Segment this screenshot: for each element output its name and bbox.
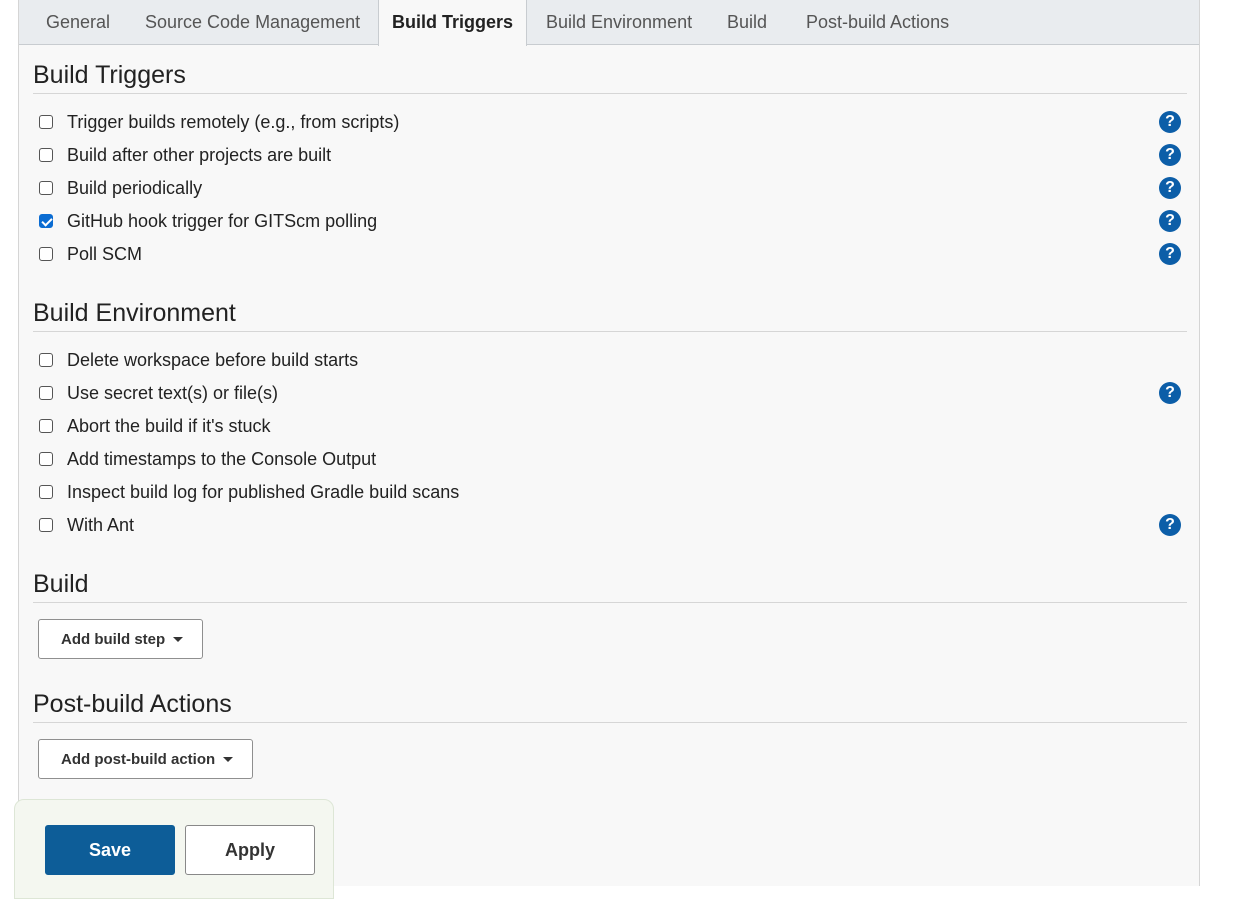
checkbox-trigger-remotely[interactable] bbox=[39, 115, 53, 129]
option-build-after-other-projects: Build after other projects are built ? bbox=[39, 143, 1181, 169]
help-icon[interactable]: ? bbox=[1159, 243, 1181, 265]
option-label: Trigger builds remotely (e.g., from scri… bbox=[67, 112, 400, 132]
help-icon[interactable]: ? bbox=[1159, 111, 1181, 133]
option-use-secret-text: Use secret text(s) or file(s) ? bbox=[39, 381, 1181, 407]
checkbox-build-periodically[interactable] bbox=[39, 181, 53, 195]
tab-general[interactable]: General bbox=[46, 0, 110, 45]
help-icon[interactable]: ? bbox=[1159, 382, 1181, 404]
option-label: Inspect build log for published Gradle b… bbox=[67, 482, 460, 502]
section-title-build: Build bbox=[33, 570, 89, 598]
checkbox-abort-if-stuck[interactable] bbox=[39, 419, 53, 433]
option-trigger-remotely: Trigger builds remotely (e.g., from scri… bbox=[39, 110, 1181, 136]
option-build-periodically: Build periodically ? bbox=[39, 176, 1181, 202]
option-abort-if-stuck: Abort the build if it's stuck bbox=[39, 414, 1181, 440]
add-build-step-button[interactable]: Add build step bbox=[38, 619, 203, 659]
checkbox-build-after-other-projects[interactable] bbox=[39, 148, 53, 162]
checkbox-add-timestamps[interactable] bbox=[39, 452, 53, 466]
option-github-hook-trigger: GitHub hook trigger for GITScm polling ? bbox=[39, 209, 1181, 235]
option-add-timestamps: Add timestamps to the Console Output bbox=[39, 447, 1181, 473]
option-label: GitHub hook trigger for GITScm polling bbox=[67, 211, 378, 231]
help-icon[interactable]: ? bbox=[1159, 177, 1181, 199]
tab-bar: General Source Code Management Build Tri… bbox=[19, 0, 1199, 46]
help-icon[interactable]: ? bbox=[1159, 514, 1181, 536]
section-title-post-build-actions: Post-build Actions bbox=[33, 690, 232, 718]
checkbox-github-hook-trigger[interactable] bbox=[39, 214, 53, 228]
caret-down-icon bbox=[173, 637, 184, 643]
section-title-build-triggers: Build Triggers bbox=[33, 61, 186, 89]
add-build-step-label: Add build step bbox=[61, 630, 166, 648]
checkbox-with-ant[interactable] bbox=[39, 518, 53, 532]
caret-down-icon bbox=[223, 757, 234, 763]
option-poll-scm: Poll SCM ? bbox=[39, 242, 1181, 268]
tab-build-triggers[interactable]: Build Triggers bbox=[378, 0, 528, 46]
checkbox-delete-workspace[interactable] bbox=[39, 353, 53, 367]
help-icon[interactable]: ? bbox=[1159, 210, 1181, 232]
save-button[interactable]: Save bbox=[45, 825, 175, 875]
section-divider bbox=[33, 93, 1187, 94]
checkbox-use-secret-text[interactable] bbox=[39, 386, 53, 400]
checkbox-poll-scm[interactable] bbox=[39, 247, 53, 261]
bottom-action-bar: Save Apply bbox=[14, 799, 334, 899]
option-label: Delete workspace before build starts bbox=[67, 350, 359, 370]
section-title-build-environment: Build Environment bbox=[33, 299, 236, 327]
option-label: Poll SCM bbox=[67, 244, 143, 264]
apply-button[interactable]: Apply bbox=[185, 825, 315, 875]
option-label: Add timestamps to the Console Output bbox=[67, 449, 377, 469]
option-delete-workspace: Delete workspace before build starts bbox=[39, 348, 1181, 374]
help-icon[interactable]: ? bbox=[1159, 144, 1181, 166]
option-label: Abort the build if it's stuck bbox=[67, 416, 271, 436]
add-post-build-action-label: Add post-build action bbox=[61, 750, 216, 768]
checkbox-inspect-gradle-scans[interactable] bbox=[39, 485, 53, 499]
section-divider bbox=[33, 602, 1187, 603]
section-divider bbox=[33, 331, 1187, 332]
option-label: Use secret text(s) or file(s) bbox=[67, 383, 279, 403]
option-label: Build after other projects are built bbox=[67, 145, 332, 165]
add-post-build-action-button[interactable]: Add post-build action bbox=[38, 739, 253, 779]
tab-source-code-management[interactable]: Source Code Management bbox=[145, 0, 360, 45]
option-inspect-gradle-scans: Inspect build log for published Gradle b… bbox=[39, 480, 1181, 506]
option-with-ant: With Ant ? bbox=[39, 513, 1181, 539]
option-label: Build periodically bbox=[67, 178, 203, 198]
tab-build-environment[interactable]: Build Environment bbox=[546, 0, 692, 45]
section-divider bbox=[33, 722, 1187, 723]
tab-post-build-actions[interactable]: Post-build Actions bbox=[806, 0, 949, 45]
tab-build[interactable]: Build bbox=[727, 0, 767, 45]
config-panel: General Source Code Management Build Tri… bbox=[18, 0, 1200, 886]
option-label: With Ant bbox=[67, 515, 135, 535]
